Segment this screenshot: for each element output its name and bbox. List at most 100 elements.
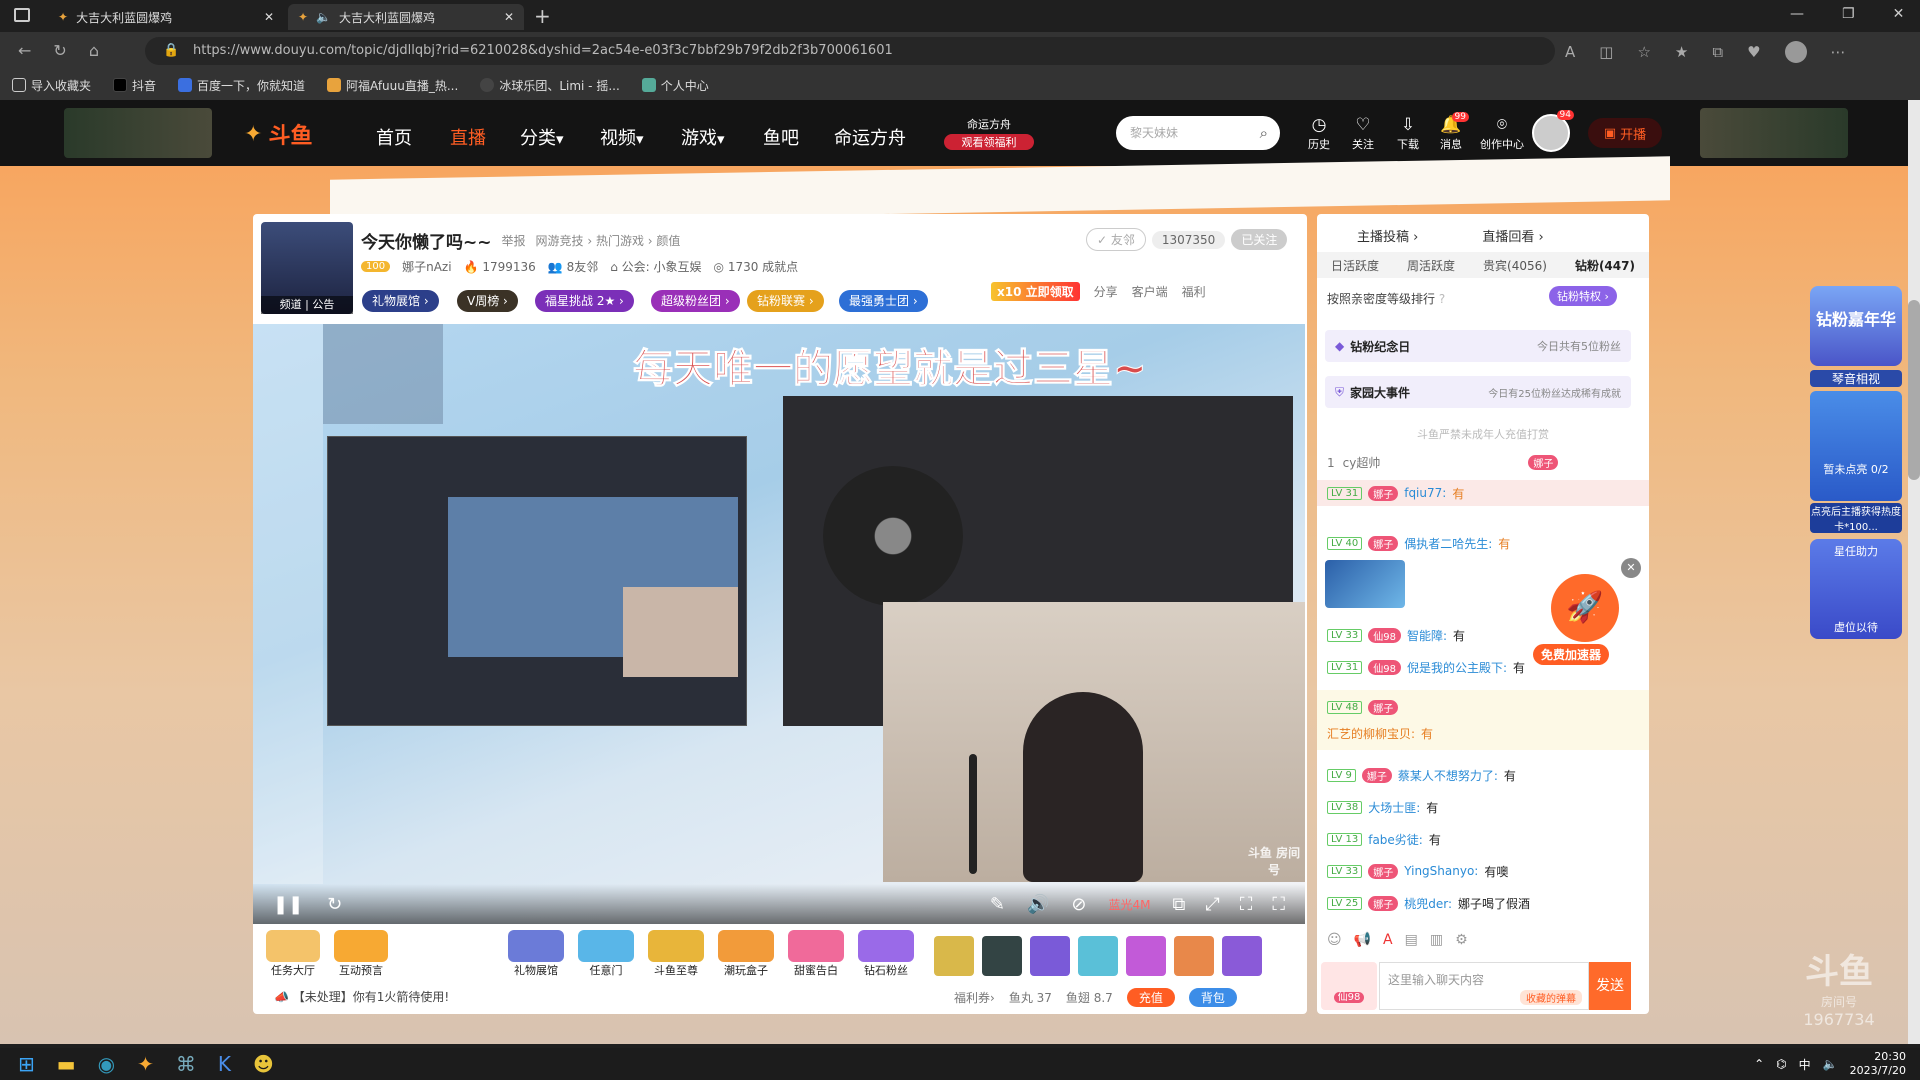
search-icon[interactable]: ⌕ (1260, 116, 1268, 150)
nav-games[interactable]: 游戏▾ (681, 124, 725, 150)
streamer-name[interactable]: 娜子nAzi (402, 258, 451, 275)
share-button[interactable]: 分享 (1094, 283, 1118, 300)
event-tab[interactable]: 琴音相视 (1810, 370, 1902, 387)
chat-username[interactable]: 蔡某人不想努力了: (1398, 767, 1498, 784)
douyu-logo[interactable]: ✦ 斗鱼 (244, 118, 312, 150)
pause-icon[interactable]: ❚❚ (273, 894, 303, 915)
bookmark-douyin[interactable]: 抖音 (113, 77, 156, 94)
volume-slider[interactable] (969, 754, 977, 874)
nav-home[interactable]: 首页 (376, 124, 412, 150)
friend-button[interactable]: ✓ 友邻 (1086, 228, 1146, 251)
rocket-notice[interactable]: 📣 【未处理】你有1火箭待使用! (274, 988, 449, 1005)
extensions-icon[interactable]: ♥ (1747, 43, 1760, 61)
gift-item[interactable] (1126, 936, 1166, 976)
close-icon[interactable]: ✕ (1621, 558, 1641, 578)
page-scrollbar[interactable] (1908, 100, 1920, 1044)
tab-vip[interactable]: 贵宾(4056) (1483, 257, 1547, 274)
supreme-button[interactable]: 斗鱼至尊 (648, 930, 704, 978)
chat-username[interactable]: 偶执者二哈先生: (1404, 535, 1492, 552)
event-anniversary[interactable]: ◆ 钻粉纪念日 今日共有5位粉丝 (1325, 330, 1631, 362)
home-icon[interactable]: ⌂ (89, 41, 99, 60)
web-fullscreen-icon[interactable]: ⛶ (1240, 894, 1253, 915)
tag-weekly-rank[interactable]: V周榜 › (457, 290, 518, 312)
nav-history[interactable]: ◷ 历史 (1299, 116, 1339, 152)
gift-promo-button[interactable]: x10 立即领取 (991, 282, 1080, 301)
maximize-icon[interactable]: ❐ (1842, 6, 1855, 22)
followed-button[interactable]: 已关注 (1231, 229, 1288, 250)
chat-username[interactable]: 倪是我的公主殿下: (1407, 659, 1507, 676)
search-input[interactable]: 黎天妹妹 ⌕ (1116, 116, 1280, 150)
more-menu-icon[interactable]: ⋯ (1831, 43, 1846, 61)
refresh-icon[interactable]: ↻ (327, 894, 342, 915)
edge-browser-icon[interactable]: ◉ (98, 1052, 115, 1076)
fullscreen-icon[interactable]: ⛶ (1272, 894, 1285, 915)
back-icon[interactable]: ← (18, 41, 31, 60)
fan-badge-selector[interactable]: 仙98 (1321, 962, 1377, 1010)
theater-icon[interactable]: ⤢ (1205, 894, 1219, 915)
tray-expand-icon[interactable]: ⌃ (1754, 1057, 1764, 1071)
welfare-ticket-link[interactable]: 福利券› (954, 989, 995, 1006)
fan-card-icon[interactable]: A (1383, 932, 1393, 948)
nav-creator[interactable]: ⌾ 创作中心 (1477, 116, 1527, 152)
chat-username[interactable]: 汇艺的柳柳宝贝: (1327, 725, 1415, 742)
new-tab-icon[interactable]: + (534, 4, 551, 28)
event-banner[interactable]: 钻粉嘉年华 (1810, 286, 1902, 366)
nav-video[interactable]: 视频▾ (600, 124, 644, 150)
bag-button[interactable]: 背包 (1188, 988, 1237, 1007)
prediction-button[interactable]: 互动预言 (334, 930, 388, 978)
close-icon[interactable]: ✕ (504, 10, 514, 24)
ime-indicator[interactable]: 中 (1799, 1056, 1811, 1073)
gear-icon[interactable]: ⚙ (1455, 932, 1468, 948)
tab-actions-icon[interactable] (14, 8, 30, 22)
pip-icon[interactable]: ⧉ (1173, 894, 1186, 915)
game-icon[interactable]: ☻ (253, 1052, 274, 1076)
gift-item[interactable] (1078, 936, 1118, 976)
url-field[interactable]: 🔒 https://www.douyu.com/topic/djdllqbj?r… (145, 37, 1555, 65)
close-icon[interactable]: ✕ (264, 10, 274, 24)
read-aloud-icon[interactable]: A (1565, 43, 1575, 61)
close-window-icon[interactable]: ✕ (1893, 6, 1905, 22)
confession-button[interactable]: 甜蜜告白 (788, 930, 844, 978)
nav-follow[interactable]: ♡ 关注 (1343, 116, 1383, 152)
tag-fan-club[interactable]: 超级粉丝团 › (651, 290, 740, 312)
promo-badge[interactable]: 命运方舟 观看领福利 (944, 116, 1034, 152)
rocket-icon[interactable]: 🚀 (1551, 574, 1619, 642)
gift-item[interactable] (1222, 936, 1262, 976)
send-button[interactable]: 发送 (1589, 962, 1631, 1010)
breadcrumb[interactable]: 网游竞技 › 热门游戏 › 颜值 (536, 232, 681, 249)
refresh-icon[interactable]: ↻ (53, 41, 66, 60)
douyu-app-icon[interactable]: ✦ (137, 1052, 154, 1076)
event-home[interactable]: ⛨ 家园大事件 今日有25位粉丝达成稀有成就 (1325, 376, 1631, 408)
barrage-style-icon[interactable]: ▤ (1405, 932, 1418, 948)
chat-username[interactable]: fqiu77: (1404, 486, 1446, 500)
streamer-submission-link[interactable]: 主播投稿 › (1357, 226, 1418, 245)
chat-username[interactable]: 桃兜der: (1404, 895, 1452, 912)
nav-live[interactable]: 直播 (450, 124, 486, 150)
welfare-button[interactable]: 福利 (1182, 283, 1206, 300)
client-button[interactable]: 客户端 (1132, 283, 1168, 300)
streamer-avatar[interactable]: 频道 | 公告 (261, 222, 353, 314)
tag-lucky-challenge[interactable]: 福星挑战 2★ › (535, 290, 634, 312)
chat-input[interactable]: 这里输入聊天内容 收藏的弹幕 (1379, 962, 1589, 1010)
nav-messages[interactable]: 🔔 消息 99 (1431, 112, 1471, 152)
chat-settings-icon[interactable]: ▥ (1430, 932, 1443, 948)
bookmark-baidu[interactable]: 百度一下，你就知道 (178, 77, 305, 94)
kugou-icon[interactable]: K (218, 1052, 231, 1076)
volume-icon[interactable]: 🔈 (1823, 1057, 1838, 1071)
guild-stat[interactable]: ⌂ 公会: 小象互娱 (610, 258, 701, 275)
collections-icon[interactable]: ⧉ (1712, 43, 1723, 61)
report-link[interactable]: 举报 (502, 232, 526, 249)
speaker-icon[interactable]: 🔈 (316, 10, 331, 24)
gift-item[interactable] (1174, 936, 1214, 976)
tab-weekly-activity[interactable]: 周活跃度 (1407, 257, 1455, 274)
danmaku-edit-icon[interactable]: ✎ (990, 894, 1005, 915)
replay-link[interactable]: 直播回看 › (1482, 226, 1543, 245)
bookmark-profile[interactable]: 个人中心 (641, 77, 709, 94)
go-live-button[interactable]: ▣ 开播 (1588, 118, 1662, 148)
nav-lost-ark[interactable]: 命运方舟 (834, 124, 906, 150)
tab-1[interactable]: ✦ 大吉大利蓝圆爆鸡 ✕ (48, 4, 284, 30)
bookmark-music[interactable]: 冰球乐团、Limi - 摇... (480, 77, 620, 94)
tag-brave-squad[interactable]: 最强勇士团 › (839, 290, 928, 312)
gift-item[interactable] (934, 936, 974, 976)
gift-item[interactable] (1030, 936, 1070, 976)
